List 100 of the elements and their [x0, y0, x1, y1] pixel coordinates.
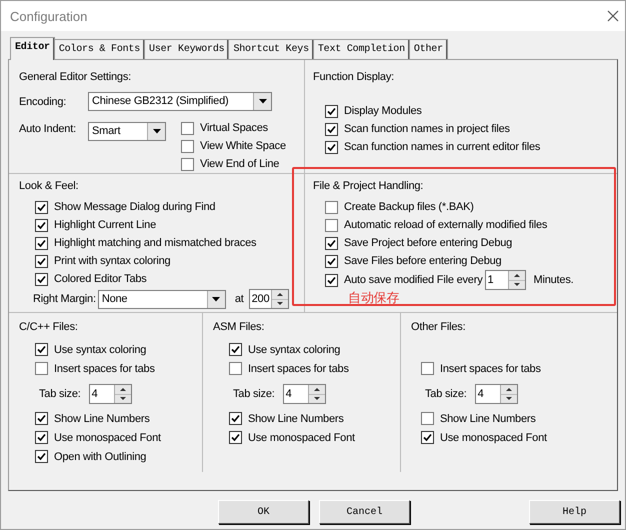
spin-up-button[interactable]	[272, 290, 288, 300]
checkbox[interactable]	[325, 236, 338, 250]
down-arrow-icon	[120, 397, 126, 400]
checkbox[interactable]	[421, 431, 434, 444]
checkbox-label: Highlight Current Line	[54, 219, 156, 231]
spin-up-button[interactable]	[508, 271, 524, 280]
checkbox[interactable]	[421, 412, 434, 425]
tab[interactable]: Shortcut Keys	[228, 39, 314, 59]
field-label: Right Margin:	[33, 293, 96, 305]
field-label: Tab size:	[425, 388, 467, 400]
checkbox[interactable]	[325, 122, 338, 136]
up-arrow-icon	[506, 388, 512, 391]
section-heading: Other Files:	[411, 320, 466, 335]
checkbox-label: Use syntax coloring	[54, 344, 146, 356]
checkbox-label: Highlight matching and mismatched braces	[54, 237, 256, 249]
checkbox[interactable]	[325, 104, 338, 118]
tab[interactable]: Text Completion	[312, 39, 410, 59]
checkbox[interactable]	[421, 362, 434, 375]
dialog-button[interactable]: OK	[218, 500, 309, 524]
checkbox-label: View End of Line	[200, 158, 280, 170]
checkbox[interactable]	[181, 140, 194, 152]
checkbox[interactable]	[35, 200, 48, 214]
checkbox[interactable]	[325, 218, 338, 232]
field-label: Minutes.	[534, 274, 574, 286]
dialog-button[interactable]: Help	[529, 500, 620, 524]
tab[interactable]: Editor	[10, 37, 55, 60]
checkbox-label: Insert spaces for tabs	[248, 362, 349, 374]
dropdown[interactable]: Smart	[88, 122, 166, 141]
tab[interactable]: Colors & Fonts	[54, 39, 146, 59]
checkbox-label: Scan function names in project files	[344, 123, 510, 135]
checkbox[interactable]	[325, 140, 338, 154]
checkbox[interactable]	[35, 254, 48, 268]
down-arrow-icon	[514, 283, 520, 286]
checkbox-label: Show Line Numbers	[248, 412, 344, 424]
up-arrow-icon	[120, 388, 126, 391]
spin-box[interactable]: 4	[474, 384, 518, 404]
checkbox[interactable]	[35, 450, 48, 463]
checkbox-label: Display Modules	[344, 105, 422, 117]
tab[interactable]: Other	[408, 39, 448, 59]
spin-box[interactable]: 4	[282, 384, 326, 404]
spin-up-button[interactable]	[500, 385, 517, 394]
checkbox[interactable]	[229, 431, 242, 444]
checkbox[interactable]	[35, 272, 48, 286]
spin-up-button[interactable]	[308, 385, 325, 394]
field-label: Encoding:	[19, 96, 68, 108]
checkbox-label: Colored Editor Tabs	[54, 273, 147, 285]
checkbox[interactable]	[35, 343, 48, 356]
checkbox[interactable]	[325, 200, 338, 214]
dropdown[interactable]: Chinese GB2312 (Simplified)	[88, 92, 272, 111]
section-heading: ASM Files:	[213, 320, 266, 335]
checkbox-label: Save Files before entering Debug	[344, 255, 502, 267]
section-heading: File & Project Handling:	[313, 179, 424, 194]
checkbox-label: Print with syntax coloring	[54, 255, 170, 267]
checkbox[interactable]	[229, 343, 242, 356]
checkbox-label: Use syntax coloring	[248, 344, 340, 356]
checkbox-label: Open with Outlining	[54, 450, 146, 462]
annotation-text: 自动保存	[348, 290, 400, 306]
spin-box[interactable]: 1	[484, 270, 526, 290]
up-arrow-icon	[514, 274, 520, 277]
checkbox-label: Show Message Dialog during Find	[54, 201, 216, 213]
checkbox-label: Use monospaced Font	[54, 432, 161, 444]
checkbox[interactable]	[181, 122, 194, 134]
checkbox[interactable]	[35, 362, 48, 375]
checkbox-label: View White Space	[200, 140, 286, 152]
field-label: Tab size:	[233, 388, 275, 400]
field-label: at	[234, 293, 244, 305]
spin-up-button[interactable]	[114, 385, 131, 394]
checkbox-label: Auto save modified File every	[344, 274, 482, 286]
checkbox[interactable]	[229, 412, 242, 425]
checkbox[interactable]	[35, 218, 48, 232]
down-arrow-icon	[506, 397, 512, 400]
checkbox-label: Use monospaced Font	[440, 432, 547, 444]
down-arrow-icon	[276, 302, 283, 306]
up-arrow-icon	[314, 388, 320, 391]
spin-box[interactable]: 4	[88, 384, 132, 404]
checkbox-label: Create Backup files (*.BAK)	[344, 201, 474, 213]
checkbox[interactable]	[35, 431, 48, 444]
tab[interactable]: User Keywords	[144, 39, 230, 59]
checkbox[interactable]	[35, 412, 48, 425]
checkbox-label: Show Line Numbers	[54, 412, 150, 424]
caret-icon	[212, 296, 220, 302]
checkbox-label: Show Line Numbers	[440, 412, 536, 424]
checkbox-label: Automatic reload of externally modified files	[344, 219, 548, 231]
caret-icon	[258, 99, 266, 104]
checkbox[interactable]	[229, 362, 242, 375]
checkbox-label: Use monospaced Font	[248, 432, 355, 444]
checkbox[interactable]	[325, 254, 338, 268]
section-heading: C/C++ Files:	[19, 320, 79, 335]
dialog-button[interactable]: Cancel	[319, 500, 410, 524]
field-label: Auto Indent:	[19, 123, 77, 135]
checkbox-label: Scan function names in current editor files	[344, 141, 540, 153]
down-arrow-icon	[314, 397, 320, 400]
spin-box[interactable]: 200	[248, 289, 289, 309]
field-label: Tab size:	[39, 388, 81, 400]
close-icon[interactable]	[607, 10, 619, 22]
checkbox[interactable]	[181, 158, 194, 170]
checkbox[interactable]	[35, 236, 48, 250]
caret-icon	[152, 129, 160, 134]
dropdown[interactable]: None	[98, 290, 226, 308]
checkbox[interactable]	[325, 274, 338, 286]
